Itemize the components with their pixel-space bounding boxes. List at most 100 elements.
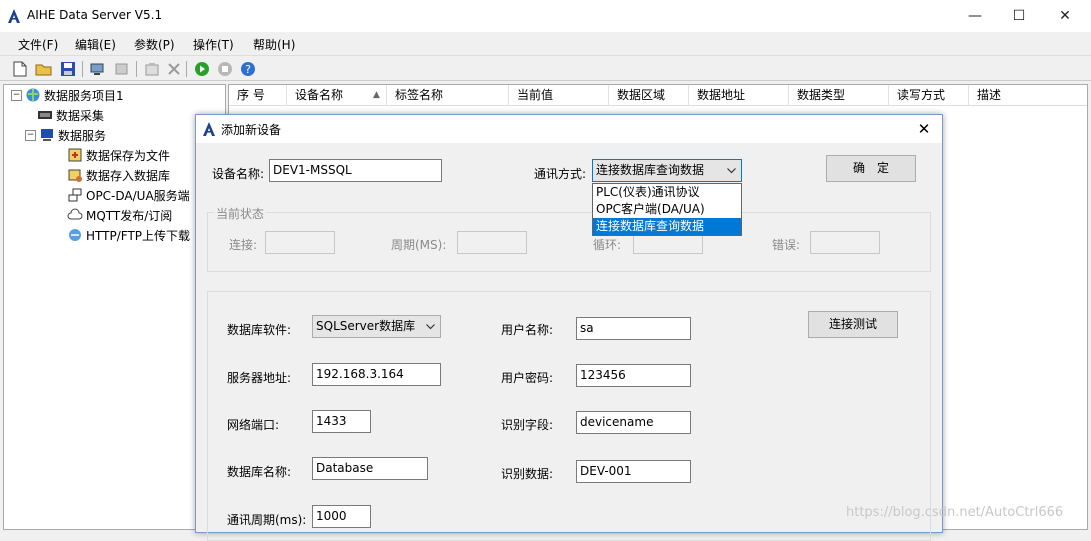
- tree-item-service[interactable]: − 数据服务: [11, 125, 190, 145]
- menu-bar: 文件(F) 编辑(E) 参数(P) 操作(T) 帮助(H): [0, 32, 1091, 54]
- device-name-label: 设备名称:: [212, 167, 265, 181]
- tree-item-mqtt[interactable]: MQTT发布/订阅: [11, 205, 190, 225]
- cloud-icon: [67, 208, 83, 220]
- new-file-icon[interactable]: [10, 59, 30, 79]
- menu-help[interactable]: 帮助(H): [253, 36, 295, 53]
- tree-item-label: MQTT发布/订阅: [86, 208, 173, 223]
- port-label: 网络端口:: [227, 418, 280, 432]
- column-header-device-name[interactable]: 设备名称 ▲: [287, 85, 387, 106]
- window-titlebar: AIHE Data Server V5.1 — ☐ ✕: [0, 0, 1091, 32]
- properties-icon[interactable]: [142, 59, 162, 79]
- username-input[interactable]: sa: [576, 317, 691, 340]
- tree-item-save-db[interactable]: 数据存入数据库: [11, 165, 190, 185]
- tree-item-label: HTTP/FTP上传下载: [86, 228, 191, 243]
- password-label: 用户密码:: [501, 371, 554, 385]
- tree-item-http-ftp[interactable]: HTTP/FTP上传下载: [11, 225, 190, 245]
- id-data-input[interactable]: DEV-001: [576, 460, 691, 483]
- dropdown-option-database[interactable]: 连接数据库查询数据: [593, 218, 741, 235]
- db-software-label: 数据库软件:: [227, 323, 292, 337]
- connect-status-field: [265, 231, 335, 254]
- project-globe-icon: [26, 88, 40, 102]
- device-config-icon[interactable]: [88, 59, 108, 79]
- column-header-index[interactable]: 序 号: [229, 85, 287, 106]
- open-folder-icon[interactable]: [34, 59, 54, 79]
- dropdown-option-plc[interactable]: PLC(仪表)通讯协议: [593, 184, 741, 201]
- comm-period-input[interactable]: 1000: [312, 505, 371, 528]
- comm-method-dropdown: PLC(仪表)通讯协议 OPC客户端(DA/UA) 连接数据库查询数据: [592, 183, 742, 236]
- watermark-text: https://blog.csdn.net/AutoCtrl666: [846, 505, 1064, 520]
- password-input[interactable]: 123456: [576, 364, 691, 387]
- dialog-titlebar: 添加新设备 ✕: [196, 115, 942, 143]
- start-icon[interactable]: [192, 59, 212, 79]
- database-save-icon: [68, 169, 82, 182]
- computer-icon: [41, 129, 53, 141]
- tree-item-label: 数据服务项目1: [44, 88, 124, 103]
- tree-item-collect[interactable]: 数据采集: [11, 105, 190, 125]
- tree-item-opc-server[interactable]: OPC-DA/UA服务端: [11, 185, 190, 205]
- db-name-input[interactable]: Database: [312, 457, 428, 480]
- comm-method-select[interactable]: 连接数据库查询数据: [592, 159, 742, 182]
- column-header-tag-name[interactable]: 标签名称: [387, 85, 509, 106]
- menu-file[interactable]: 文件(F): [18, 36, 58, 53]
- menu-operate[interactable]: 操作(T): [193, 36, 234, 53]
- server-address-input[interactable]: 192.168.3.164: [312, 363, 441, 386]
- chevron-down-icon: [424, 316, 436, 337]
- save-file-icon: [68, 148, 82, 162]
- id-field-input[interactable]: devicename: [576, 411, 691, 434]
- globe-transfer-icon: [69, 229, 81, 241]
- column-header-data-area[interactable]: 数据区域: [609, 85, 689, 106]
- period-label: 周期(MS):: [391, 238, 447, 252]
- period-status-field: [457, 231, 527, 254]
- minimize-button[interactable]: —: [955, 4, 995, 28]
- maximize-button[interactable]: ☐: [999, 4, 1039, 28]
- help-icon[interactable]: ?: [238, 59, 258, 79]
- project-tree: − 数据服务项目1 数据采集 − 数据服务 数据保存为文件 数据存入数据库 OP…: [3, 84, 226, 530]
- menu-params[interactable]: 参数(P): [134, 36, 175, 53]
- column-header-data-address[interactable]: 数据地址: [689, 85, 789, 106]
- device-icon: [38, 111, 52, 119]
- menu-edit[interactable]: 编辑(E): [75, 36, 116, 53]
- tree-item-label: 数据保存为文件: [86, 148, 171, 163]
- app-logo-icon: [8, 9, 20, 23]
- collapse-icon[interactable]: −: [25, 129, 36, 141]
- add-device-dialog: 添加新设备 ✕ 设备名称: DEV1-MSSQL 通讯方式: 连接数据库查询数据…: [195, 114, 943, 541]
- column-header-rw-mode[interactable]: 读写方式: [889, 85, 969, 106]
- tree-item-save-file[interactable]: 数据保存为文件: [11, 145, 190, 165]
- disabled-tool-icon[interactable]: [112, 59, 132, 79]
- id-field-label: 识别字段:: [501, 418, 554, 432]
- app-logo-icon: [203, 122, 215, 136]
- list-header: 序 号 设备名称 ▲ 标签名称 当前值 数据区域 数据地址 数据类型 读写方式 …: [229, 85, 1087, 106]
- collapse-icon[interactable]: −: [11, 89, 22, 101]
- column-header-description[interactable]: 描述: [969, 85, 1087, 106]
- sort-ascending-icon: ▲: [373, 90, 380, 100]
- comm-method-label: 通讯方式:: [534, 167, 587, 181]
- column-header-data-type[interactable]: 数据类型: [789, 85, 889, 106]
- comm-period-label: 通讯周期(ms):: [227, 513, 307, 527]
- error-status-field: [810, 231, 880, 254]
- port-input[interactable]: 1433: [312, 410, 371, 433]
- tree-item-label: 数据服务: [58, 128, 107, 143]
- tree-item-label: 数据存入数据库: [86, 168, 171, 183]
- dropdown-option-opc[interactable]: OPC客户端(DA/UA): [593, 201, 741, 218]
- column-header-current-value[interactable]: 当前值: [509, 85, 609, 106]
- device-name-input[interactable]: DEV1-MSSQL: [269, 159, 442, 182]
- window-title: AIHE Data Server V5.1: [27, 8, 163, 22]
- tree-item-root[interactable]: − 数据服务项目1: [11, 85, 190, 105]
- db-name-label: 数据库名称:: [227, 465, 292, 479]
- tree-item-label: OPC-DA/UA服务端: [86, 188, 190, 203]
- error-label: 错误:: [772, 238, 801, 252]
- db-software-select[interactable]: SQLServer数据库: [312, 315, 441, 338]
- connect-label: 连接:: [229, 238, 258, 252]
- save-icon[interactable]: [58, 59, 78, 79]
- delete-icon[interactable]: [164, 59, 184, 79]
- status-group-title: 当前状态: [214, 205, 267, 222]
- close-button[interactable]: ✕: [1045, 4, 1085, 28]
- svg-text:?: ?: [245, 63, 251, 76]
- username-label: 用户名称:: [501, 323, 554, 337]
- connection-test-button[interactable]: 连接测试: [808, 311, 898, 338]
- ok-button[interactable]: 确 定: [826, 155, 916, 182]
- network-icon: [68, 188, 82, 202]
- stop-icon[interactable]: [215, 59, 235, 79]
- dialog-close-button[interactable]: ✕: [912, 118, 936, 140]
- chevron-down-icon: [725, 160, 737, 181]
